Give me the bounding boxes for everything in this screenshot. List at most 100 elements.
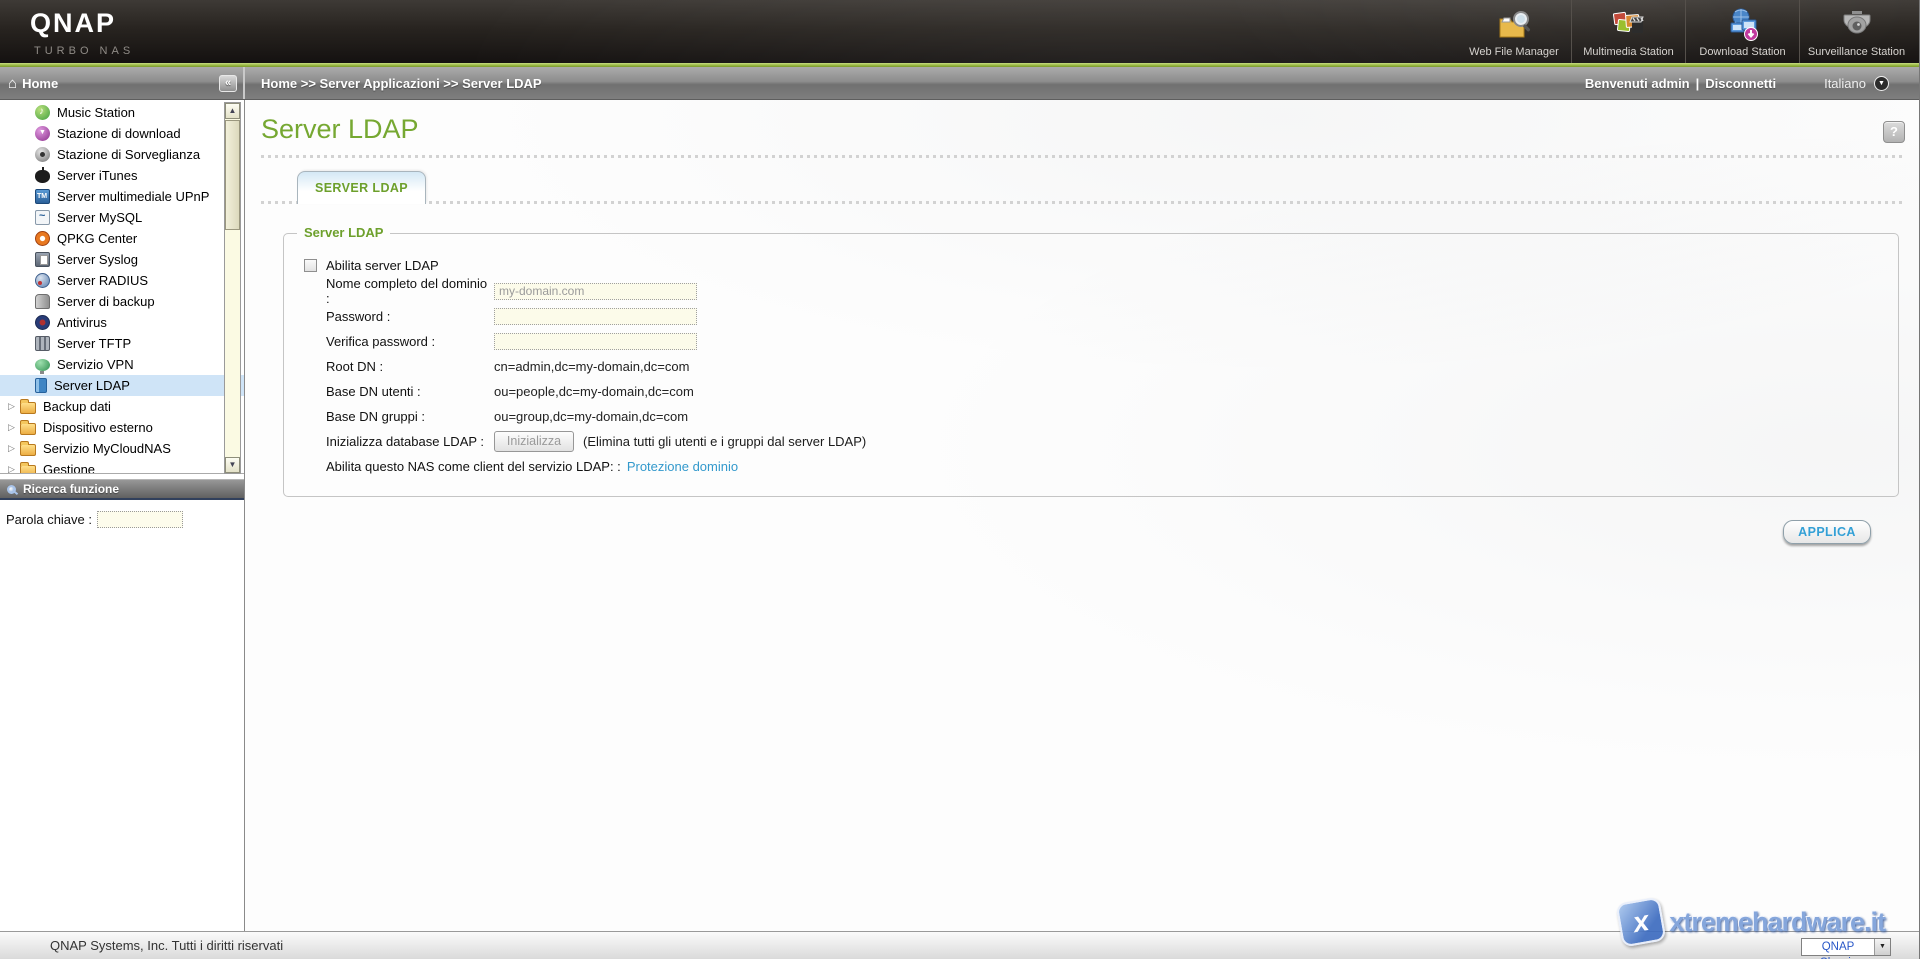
sidebar-item-label: Servizio VPN xyxy=(57,354,134,375)
scroll-up-button[interactable]: ▲ xyxy=(225,103,240,119)
sidebar-item-backup-server[interactable]: Server di backup xyxy=(0,291,244,312)
breadcrumb[interactable]: Home >> Server Applicazioni >> Server LD… xyxy=(261,76,542,91)
home-icon: ⌂ xyxy=(8,75,17,92)
surveillance-station-shortcut[interactable]: Surveillance Station xyxy=(1799,0,1913,63)
language-label: Italiano xyxy=(1824,76,1866,91)
multimedia-station-icon xyxy=(1610,7,1648,43)
sidebar-item-dispositivo-esterno[interactable]: ▷ Dispositivo esterno xyxy=(0,417,244,438)
sidebar-item-surveillance-station[interactable]: Stazione di Sorveglianza xyxy=(0,144,244,165)
sidebar-item-label: Server TFTP xyxy=(57,333,131,354)
function-search-header: Ricerca funzione xyxy=(0,479,244,500)
password-input[interactable] xyxy=(494,308,697,325)
field-label-ldap-client: Abilita questo NAS come client del servi… xyxy=(326,459,621,474)
enable-ldap-label: Abilita server LDAP xyxy=(326,258,439,273)
sidebar-item-qpkg-center[interactable]: QPKG Center xyxy=(0,228,244,249)
field-label-password: Password : xyxy=(326,309,494,324)
sidebar-item-itunes-server[interactable]: Server iTunes xyxy=(0,165,244,186)
subheader-bar: ⌂ Home « Home >> Server Applicazioni >> … xyxy=(0,67,1919,100)
scroll-thumb[interactable] xyxy=(225,120,240,230)
form-row-verify-password: Verifica password : xyxy=(326,331,1898,351)
dotted-separator xyxy=(261,155,1905,158)
sidebar-scrollbar[interactable]: ▲ ▼ xyxy=(224,102,241,474)
sidebar-item-label: Server Syslog xyxy=(57,249,138,270)
sidebar-item-label: QPKG Center xyxy=(57,228,137,249)
sidebar-collapse-button[interactable]: « xyxy=(219,75,237,92)
expand-arrow-icon[interactable]: ▷ xyxy=(8,443,20,454)
enable-ldap-row: Abilita server LDAP xyxy=(304,254,1898,276)
domain-name-input[interactable] xyxy=(494,283,697,300)
download-station-icon xyxy=(1724,7,1762,43)
field-label-verify-password: Verifica password : xyxy=(326,334,494,349)
base-dn-groups-value: ou=group,dc=my-domain,dc=com xyxy=(494,409,688,424)
xtremehardware-logo-icon: x xyxy=(1616,897,1667,948)
sidebar-item-label: Server multimediale UPnP xyxy=(57,186,209,207)
help-button[interactable]: ? xyxy=(1883,121,1905,143)
sidebar-item-syslog-server[interactable]: Server Syslog xyxy=(0,249,244,270)
fieldset-legend: Server LDAP xyxy=(297,225,390,240)
sidebar-item-mysql-server[interactable]: Server MySQL xyxy=(0,207,244,228)
form-row-base-dn-groups: Base DN gruppi :ou=group,dc=my-domain,dc… xyxy=(326,406,1898,426)
sidebar-item-label: Dispositivo esterno xyxy=(43,417,153,438)
logout-link[interactable]: Disconnetti xyxy=(1705,76,1776,91)
sidebar-item-label: Server di backup xyxy=(57,291,155,312)
sidebar-item-music-station[interactable]: Music Station xyxy=(0,102,244,123)
expand-arrow-icon[interactable]: ▷ xyxy=(8,401,20,412)
download-station-shortcut[interactable]: Download Station xyxy=(1685,0,1799,63)
station-label: Multimedia Station xyxy=(1583,46,1674,58)
theme-select[interactable]: QNAP Classic ▼ xyxy=(1801,938,1891,956)
sidebar-item-label: Server LDAP xyxy=(54,375,130,396)
enable-ldap-checkbox[interactable] xyxy=(304,259,317,272)
scroll-down-button[interactable]: ▼ xyxy=(225,457,240,473)
form-row-base-dn-users: Base DN utenti :ou=people,dc=my-domain,d… xyxy=(326,381,1898,401)
sidebar-item-label: Backup dati xyxy=(43,396,111,417)
form-row-password: Password : xyxy=(326,306,1898,326)
sidebar-item-backup-dati[interactable]: ▷ Backup dati xyxy=(0,396,244,417)
sidebar-item-label: Servizio MyCloudNAS xyxy=(43,438,171,459)
folder-icon xyxy=(20,444,36,456)
sidebar-item-tftp-server[interactable]: Server TFTP xyxy=(0,333,244,354)
apply-button[interactable]: APPLICA xyxy=(1783,520,1871,544)
sidebar-item-label: Server iTunes xyxy=(57,165,137,186)
sidebar-item-label: Stazione di Sorveglianza xyxy=(57,144,200,165)
keyword-label: Parola chiave : xyxy=(6,512,92,527)
expand-arrow-icon[interactable]: ▷ xyxy=(8,464,20,474)
web-file-manager-shortcut[interactable]: Web File Manager xyxy=(1457,0,1571,63)
top-header: QNAP TURBO NAS Web File Manager xyxy=(0,0,1919,63)
language-dropdown-icon[interactable]: ▼ xyxy=(1874,76,1889,91)
sidebar-item-download-station[interactable]: Stazione di download xyxy=(0,123,244,144)
session-zone: Benvenuti admin | Disconnetti Italiano ▼ xyxy=(1585,76,1889,91)
qpkg-icon xyxy=(35,231,50,246)
main-content: Server LDAP ? SERVER LDAP Server LDAP Ab… xyxy=(245,100,1919,931)
init-db-button[interactable]: Inizializza xyxy=(494,431,574,452)
multimedia-station-shortcut[interactable]: Multimedia Station xyxy=(1571,0,1685,63)
sidebar-header: ⌂ Home « xyxy=(0,67,245,99)
sidebar-item-label: Music Station xyxy=(57,102,135,123)
keyword-input[interactable] xyxy=(97,511,183,528)
sidebar-item-upnp-server[interactable]: Server multimediale UPnP xyxy=(0,186,244,207)
tab-server-ldap[interactable]: SERVER LDAP xyxy=(297,171,426,204)
station-label: Download Station xyxy=(1699,46,1785,58)
backup-server-icon xyxy=(35,294,50,309)
sidebar-item-antivirus[interactable]: Antivirus xyxy=(0,312,244,333)
sidebar-item-ldap-server[interactable]: Server LDAP xyxy=(0,375,244,396)
verify-password-input[interactable] xyxy=(494,333,697,350)
radius-icon xyxy=(35,273,50,288)
sidebar-item-gestione[interactable]: ▷Gestione xyxy=(0,459,244,474)
sidebar-item-servizio-mycloudnas[interactable]: ▷ Servizio MyCloudNAS xyxy=(0,438,244,459)
music-station-icon xyxy=(35,105,50,120)
vpn-globe-icon xyxy=(35,359,50,371)
keyword-row: Parola chiave : xyxy=(0,500,244,528)
download-arrow-icon xyxy=(35,126,50,141)
qnap-logo: QNAP TURBO NAS xyxy=(0,0,420,63)
theme-select-value: QNAP Classic xyxy=(1802,939,1874,955)
folder-icon xyxy=(20,423,36,435)
form-row-ldap-client: Abilita questo NAS come client del servi… xyxy=(326,456,1898,476)
expand-arrow-icon[interactable]: ▷ xyxy=(8,422,20,433)
sidebar-item-radius-server[interactable]: Server RADIUS xyxy=(0,270,244,291)
chevron-down-icon: ▼ xyxy=(1874,939,1890,955)
apply-row: APPLICA xyxy=(261,520,1871,544)
ldap-client-link[interactable]: Protezione dominio xyxy=(627,459,738,474)
sidebar: Music StationStazione di downloadStazion… xyxy=(0,100,245,931)
sidebar-item-vpn-service[interactable]: Servizio VPN xyxy=(0,354,244,375)
sidebar-item-label: Stazione di download xyxy=(57,123,181,144)
